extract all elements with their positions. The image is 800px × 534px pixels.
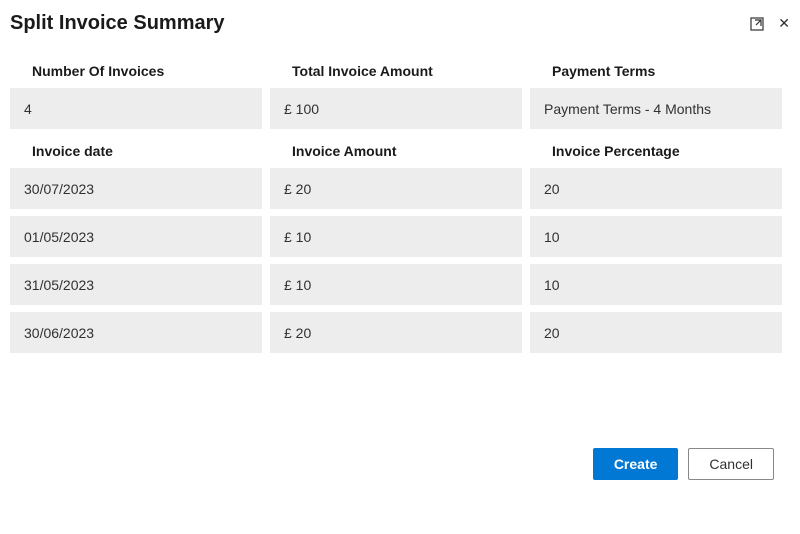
label-total-invoice-amount: Total Invoice Amount [270, 49, 522, 87]
cell-invoice-amount: £ 10 [270, 263, 522, 305]
create-button[interactable]: Create [593, 448, 679, 480]
detail-header-row: Invoice date Invoice Amount Invoice Perc… [10, 129, 790, 167]
cell-invoice-amount: £ 10 [270, 215, 522, 257]
summary-value-row: 4 £ 100 Payment Terms - 4 Months [10, 87, 790, 129]
value-number-of-invoices: 4 [10, 87, 262, 129]
cell-invoice-date: 30/06/2023 [10, 311, 262, 353]
cell-invoice-date: 31/05/2023 [10, 263, 262, 305]
cell-invoice-date: 30/07/2023 [10, 167, 262, 209]
value-payment-terms: Payment Terms - 4 Months [530, 87, 782, 129]
cell-invoice-percentage: 20 [530, 311, 782, 353]
cell-invoice-amount: £ 20 [270, 311, 522, 353]
label-invoice-date: Invoice date [10, 129, 262, 167]
table-row: 30/07/2023£ 2020 [10, 167, 790, 209]
summary-header-row: Number Of Invoices Total Invoice Amount … [10, 49, 790, 87]
label-invoice-amount: Invoice Amount [270, 129, 522, 167]
label-number-of-invoices: Number Of Invoices [10, 49, 262, 87]
expand-icon[interactable] [750, 17, 764, 31]
dialog-title: Split Invoice Summary [10, 12, 225, 35]
cell-invoice-date: 01/05/2023 [10, 215, 262, 257]
value-total-invoice-amount: £ 100 [270, 87, 522, 129]
detail-rows: 30/07/2023£ 202001/05/2023£ 101031/05/20… [10, 167, 790, 353]
close-icon[interactable]: ✕ [778, 15, 790, 32]
dialog-header: Split Invoice Summary ✕ [0, 0, 800, 41]
cancel-button[interactable]: Cancel [688, 448, 774, 480]
header-icon-group: ✕ [750, 15, 790, 32]
cell-invoice-percentage: 10 [530, 215, 782, 257]
cell-invoice-amount: £ 20 [270, 167, 522, 209]
label-invoice-percentage: Invoice Percentage [530, 129, 782, 167]
dialog-content: Number Of Invoices Total Invoice Amount … [0, 41, 800, 353]
dialog-footer: Create Cancel [593, 448, 774, 480]
table-row: 01/05/2023£ 1010 [10, 215, 790, 257]
cell-invoice-percentage: 10 [530, 263, 782, 305]
table-row: 31/05/2023£ 1010 [10, 263, 790, 305]
table-row: 30/06/2023£ 2020 [10, 311, 790, 353]
cell-invoice-percentage: 20 [530, 167, 782, 209]
label-payment-terms: Payment Terms [530, 49, 782, 87]
